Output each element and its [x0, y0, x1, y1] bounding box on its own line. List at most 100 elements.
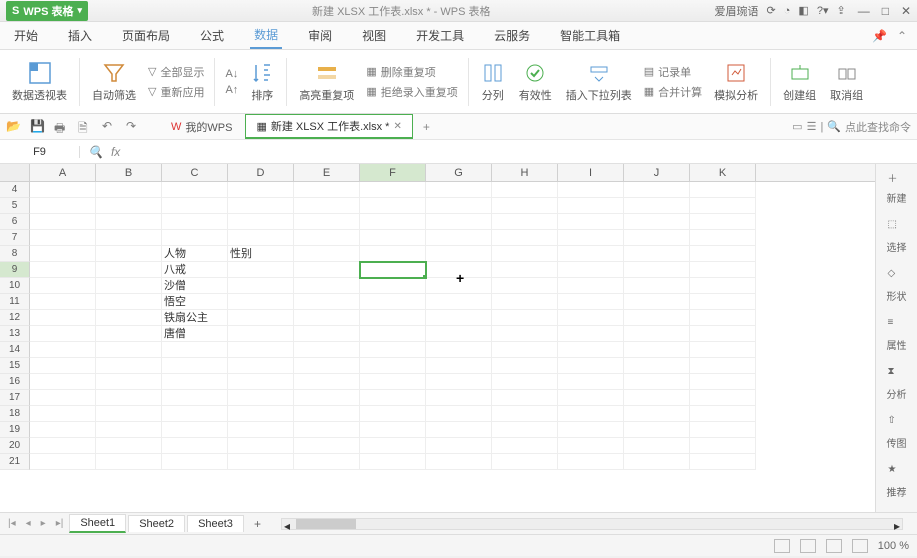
cell-G21[interactable]: [426, 454, 492, 470]
sheet-nav-last[interactable]: ▸|: [52, 518, 68, 529]
cell-F5[interactable]: [360, 198, 426, 214]
cell-J21[interactable]: [624, 454, 690, 470]
cell-I10[interactable]: [558, 278, 624, 294]
fx-label[interactable]: fx: [111, 145, 120, 159]
cell-E7[interactable]: [294, 230, 360, 246]
col-header-G[interactable]: G: [426, 164, 492, 181]
row-header-18[interactable]: 18: [0, 406, 30, 422]
row-header-19[interactable]: 19: [0, 422, 30, 438]
menu-tab-devtools[interactable]: 开发工具: [412, 23, 468, 48]
cell-D15[interactable]: [228, 358, 294, 374]
cell-I12[interactable]: [558, 310, 624, 326]
cell-J19[interactable]: [624, 422, 690, 438]
maximize-button[interactable]: □: [882, 4, 889, 18]
cell-K15[interactable]: [690, 358, 756, 374]
cell-E9[interactable]: [294, 262, 360, 278]
new-tab-button[interactable]: +: [415, 120, 438, 134]
cell-F8[interactable]: [360, 246, 426, 262]
cell-D10[interactable]: [228, 278, 294, 294]
cell-D14[interactable]: [228, 342, 294, 358]
sidepanel-传图[interactable]: ⇧传图: [887, 415, 907, 450]
sort-asc-button[interactable]: A↓: [221, 67, 242, 81]
cell-D5[interactable]: [228, 198, 294, 214]
dropdown-list-button[interactable]: 插入下拉列表: [560, 59, 638, 105]
menu-tab-cloud[interactable]: 云服务: [490, 23, 534, 48]
cell-H4[interactable]: [492, 182, 558, 198]
menu-tab-pagelayout[interactable]: 页面布局: [118, 23, 174, 48]
cell-B10[interactable]: [96, 278, 162, 294]
cell-K14[interactable]: [690, 342, 756, 358]
highlight-dup-button[interactable]: 高亮重复项: [293, 59, 360, 105]
menu-tab-view[interactable]: 视图: [358, 23, 390, 48]
name-box[interactable]: F9: [0, 146, 80, 158]
cell-C5[interactable]: [162, 198, 228, 214]
cell-K10[interactable]: [690, 278, 756, 294]
cell-B9[interactable]: [96, 262, 162, 278]
cell-H14[interactable]: [492, 342, 558, 358]
consolidate-button[interactable]: ▦合并计算: [640, 83, 706, 101]
select-all-corner[interactable]: [0, 164, 30, 181]
cell-G20[interactable]: [426, 438, 492, 454]
cell-C15[interactable]: [162, 358, 228, 374]
view-pagebreak-button[interactable]: [826, 539, 842, 553]
cell-E4[interactable]: [294, 182, 360, 198]
cell-F19[interactable]: [360, 422, 426, 438]
reapply-button[interactable]: ▽重新应用: [144, 83, 208, 101]
cell-H12[interactable]: [492, 310, 558, 326]
cell-B11[interactable]: [96, 294, 162, 310]
cell-B21[interactable]: [96, 454, 162, 470]
cell-D17[interactable]: [228, 390, 294, 406]
cell-D13[interactable]: [228, 326, 294, 342]
sheet-nav-prev[interactable]: ◂: [22, 518, 35, 529]
cell-K8[interactable]: [690, 246, 756, 262]
cell-G8[interactable]: [426, 246, 492, 262]
cell-J9[interactable]: [624, 262, 690, 278]
cell-E16[interactable]: [294, 374, 360, 390]
cell-E15[interactable]: [294, 358, 360, 374]
cell-J10[interactable]: [624, 278, 690, 294]
cell-E18[interactable]: [294, 406, 360, 422]
cell-F15[interactable]: [360, 358, 426, 374]
row-header-21[interactable]: 21: [0, 454, 30, 470]
cell-E19[interactable]: [294, 422, 360, 438]
scrollbar-thumb[interactable]: [296, 519, 356, 529]
cell-A6[interactable]: [30, 214, 96, 230]
cell-I7[interactable]: [558, 230, 624, 246]
cell-I11[interactable]: [558, 294, 624, 310]
record-form-button[interactable]: ▤记录单: [640, 63, 706, 81]
cell-G4[interactable]: [426, 182, 492, 198]
open-icon[interactable]: 📂: [6, 119, 22, 135]
cell-A10[interactable]: [30, 278, 96, 294]
cell-E11[interactable]: [294, 294, 360, 310]
row-header-14[interactable]: 14: [0, 342, 30, 358]
cell-F21[interactable]: [360, 454, 426, 470]
cell-H21[interactable]: [492, 454, 558, 470]
cell-I21[interactable]: [558, 454, 624, 470]
help-icon[interactable]: ?▾: [817, 4, 829, 17]
app-badge[interactable]: S WPS 表格 ▾: [6, 1, 88, 21]
cell-J14[interactable]: [624, 342, 690, 358]
cell-B18[interactable]: [96, 406, 162, 422]
view-pagelayout-button[interactable]: [800, 539, 816, 553]
sidepanel-选择[interactable]: ⬚选择: [887, 219, 907, 254]
cell-H17[interactable]: [492, 390, 558, 406]
cell-C14[interactable]: [162, 342, 228, 358]
cell-J17[interactable]: [624, 390, 690, 406]
col-header-E[interactable]: E: [294, 164, 360, 181]
cell-G18[interactable]: [426, 406, 492, 422]
cell-D7[interactable]: [228, 230, 294, 246]
cell-D18[interactable]: [228, 406, 294, 422]
cell-K4[interactable]: [690, 182, 756, 198]
cell-J20[interactable]: [624, 438, 690, 454]
minimize-button[interactable]: —: [858, 4, 870, 18]
nav-icon[interactable]: ▭: [792, 120, 802, 133]
pivot-table-button[interactable]: 数据透视表: [6, 59, 73, 105]
cell-K5[interactable]: [690, 198, 756, 214]
cell-A12[interactable]: [30, 310, 96, 326]
row-header-6[interactable]: 6: [0, 214, 30, 230]
sheet-nav-next[interactable]: ▸: [37, 518, 50, 529]
col-header-A[interactable]: A: [30, 164, 96, 181]
menu-tab-start[interactable]: 开始: [10, 23, 42, 48]
cell-K18[interactable]: [690, 406, 756, 422]
cell-H13[interactable]: [492, 326, 558, 342]
